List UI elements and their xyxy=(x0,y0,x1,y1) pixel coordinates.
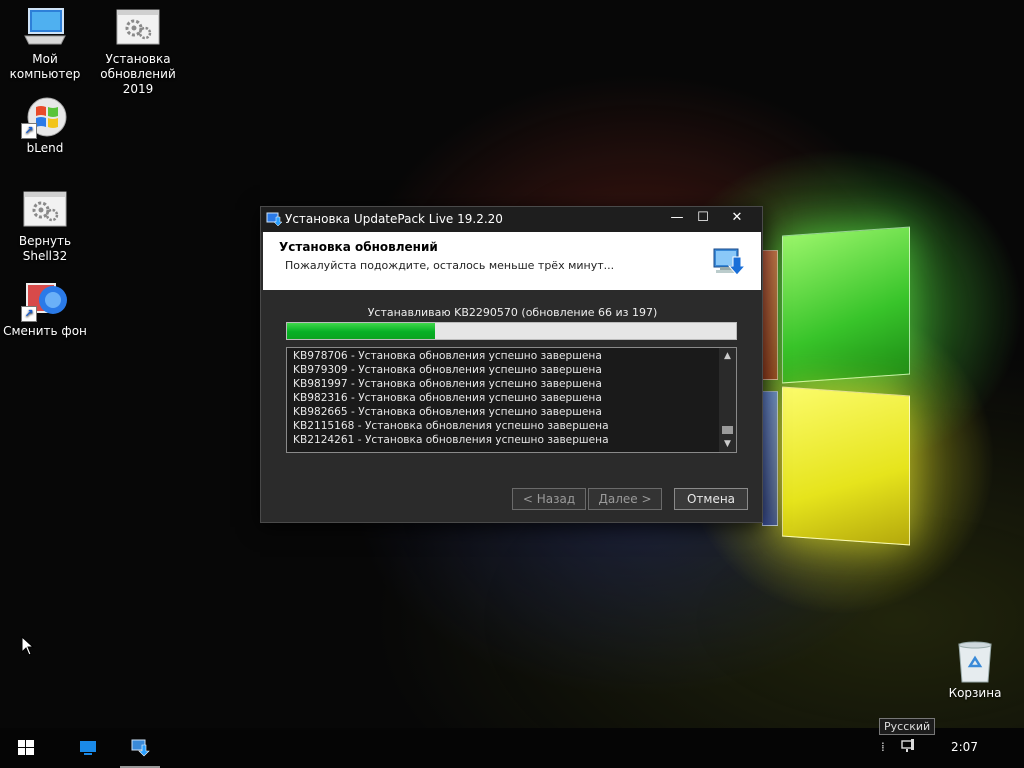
start-button[interactable] xyxy=(5,728,47,768)
desktop-icon-my-computer[interactable]: Мой компьютер xyxy=(0,6,90,82)
taskbar-show-desktop[interactable] xyxy=(67,728,109,768)
cancel-button[interactable]: Отмена xyxy=(674,488,748,510)
gears-script-icon xyxy=(21,188,69,232)
taskbar-clock[interactable]: 2:07 xyxy=(951,740,978,754)
desktop-icon-change-background[interactable]: ↗ Сменить фон xyxy=(0,278,90,339)
wallpaper-icon: ↗ xyxy=(21,278,69,322)
language-indicator-icon[interactable]: ⁞ xyxy=(881,740,885,754)
progress-bar-fill xyxy=(287,323,436,339)
update-download-icon xyxy=(711,243,747,279)
minimize-icon: — xyxy=(670,210,684,225)
desktop-icon-label: Мой компьютер xyxy=(9,52,81,81)
desktop-icon-recycle-bin[interactable]: Корзина xyxy=(930,640,1020,701)
mouse-cursor-icon xyxy=(21,635,35,659)
wallpaper-pane-green xyxy=(782,226,910,384)
desktop-icon-label: Сменить фон xyxy=(3,324,87,338)
close-icon: ✕ xyxy=(731,210,743,225)
install-progress-bar xyxy=(286,322,737,340)
close-button[interactable]: ✕ xyxy=(720,207,754,232)
computer-icon xyxy=(21,6,69,50)
desktop-icon-install-updates[interactable]: Установка обновлений 2019 xyxy=(93,6,183,97)
desktop-icon-label: Вернуть Shell32 xyxy=(18,234,72,263)
shortcut-arrow-icon: ↗ xyxy=(21,123,37,139)
log-entries: KB978706 - Установка обновления успешно … xyxy=(287,348,736,447)
dialog-header: Установка обновлений Пожалуйста подождит… xyxy=(263,232,761,290)
recycle-bin-icon xyxy=(951,640,999,684)
taskbar: ⁞ xyxy=(0,728,1024,768)
desktop-icon-label: Установка обновлений 2019 xyxy=(100,52,176,96)
wallpaper-pane-yellow xyxy=(782,386,910,546)
desktop-icon-restore-shell32[interactable]: Вернуть Shell32 xyxy=(0,188,90,264)
header-title: Установка обновлений xyxy=(279,240,438,254)
network-icon[interactable] xyxy=(900,739,916,756)
maximize-icon: ☐ xyxy=(697,210,709,225)
shortcut-arrow-icon: ↗ xyxy=(21,306,37,322)
dialog-titlebar[interactable]: Установка UpdatePack Live 19.2.20 — ☐ ✕ xyxy=(261,207,762,232)
scroll-down-arrow-icon[interactable]: ▼ xyxy=(719,436,736,452)
log-entry: KB979309 - Установка обновления успешно … xyxy=(293,364,602,376)
next-button[interactable]: Далее > xyxy=(588,488,662,510)
desktop-icon-blend[interactable]: ↗ bLend xyxy=(0,95,90,156)
wallpaper-pane-red xyxy=(762,250,778,380)
desktop-icon-label: Корзина xyxy=(948,686,1002,700)
log-entry: KB978706 - Установка обновления успешно … xyxy=(293,350,602,362)
language-tooltip: Русский xyxy=(879,718,936,735)
taskbar-updatepack-app[interactable] xyxy=(120,728,160,768)
log-entry: KB981997 - Установка обновления успешно … xyxy=(293,378,602,390)
maximize-button[interactable]: ☐ xyxy=(686,207,720,232)
gears-script-icon xyxy=(114,6,162,50)
log-entry: KB2124261 - Установка обновления успешно… xyxy=(293,434,609,446)
header-subtitle: Пожалуйста подождите, осталось меньше тр… xyxy=(285,259,615,272)
updatepack-app-icon xyxy=(266,211,283,227)
log-entry: KB982316 - Установка обновления успешно … xyxy=(293,392,602,404)
windows-orb-icon: ↗ xyxy=(21,95,69,139)
scroll-up-arrow-icon[interactable]: ▲ xyxy=(719,348,736,364)
desktop-screen-icon xyxy=(80,741,96,755)
install-status-text: Устанавливаю KB2290570 (обновление 66 из… xyxy=(367,306,658,319)
updatepack-app-icon xyxy=(131,739,150,757)
log-entry: KB982665 - Установка обновления успешно … xyxy=(293,406,602,418)
log-scrollbar[interactable]: ▲ ▼ xyxy=(719,348,736,452)
wallpaper-pane-blue xyxy=(762,391,778,526)
windows-logo-icon xyxy=(18,740,34,755)
desktop-icon-label: bLend xyxy=(26,141,64,155)
back-button[interactable]: < Назад xyxy=(512,488,586,510)
scrollbar-thumb[interactable] xyxy=(722,426,733,434)
log-entry: KB2115168 - Установка обновления успешно… xyxy=(293,420,609,432)
dialog-title: Установка UpdatePack Live 19.2.20 xyxy=(285,212,503,226)
install-log-list: KB978706 - Установка обновления успешно … xyxy=(286,347,737,453)
installer-dialog: Установка UpdatePack Live 19.2.20 — ☐ ✕ … xyxy=(260,206,763,523)
